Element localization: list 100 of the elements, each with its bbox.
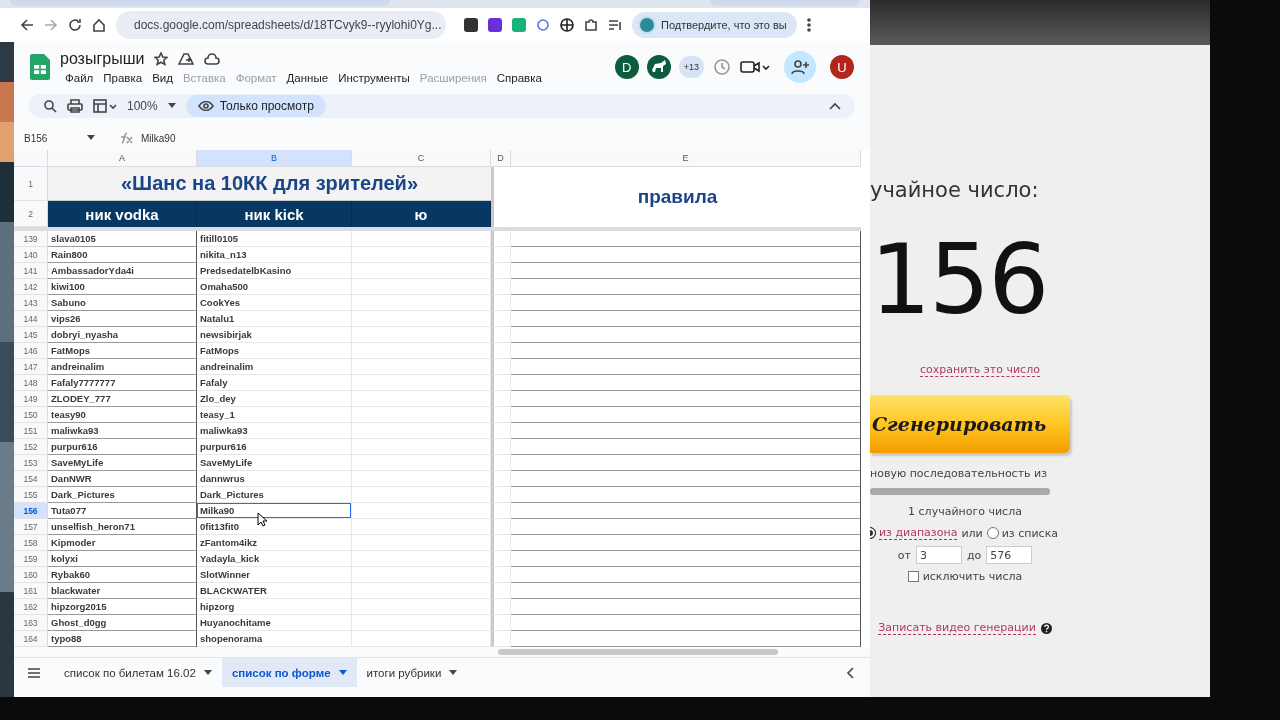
column-header[interactable]: C [352,150,491,167]
document-title[interactable]: розыгрыши [60,49,145,68]
row-header[interactable]: 155 [14,487,48,503]
star-icon[interactable] [154,51,169,66]
row-header[interactable]: 162 [14,599,48,615]
row-header[interactable]: 153 [14,455,48,471]
record-video-link[interactable]: Записать видео генерации [878,621,1036,635]
user-avatar[interactable]: U [830,55,854,79]
scrollbar[interactable] [498,649,778,655]
checkbox[interactable] [907,571,919,582]
to-field[interactable]: 576 [986,546,1033,564]
collapse-icon[interactable] [829,102,841,110]
menu-item[interactable]: Вид [147,70,178,85]
view-only-button[interactable]: Только просмотр [185,95,326,117]
row-header[interactable]: 142 [14,279,48,295]
row-header[interactable]: 159 [14,551,48,567]
generate-button[interactable]: Сгенерировать [870,395,1070,453]
zoom-select[interactable]: 100% [127,99,158,113]
caret-icon[interactable] [449,669,458,676]
row-header[interactable]: 143 [14,295,48,311]
checkbox-label[interactable]: исключить числа [922,570,1023,583]
row-header[interactable]: 158 [14,535,48,551]
caret-icon[interactable] [203,669,212,676]
cloud-icon[interactable] [204,52,221,65]
row-header[interactable]: 139 [14,231,48,247]
sheet-tab[interactable]: итоги рубрики [356,658,468,687]
row-header[interactable]: 150 [14,407,48,423]
row-header[interactable]: 152 [14,439,48,455]
column-header[interactable]: D [491,150,511,167]
table-cell: teasy_1 [197,407,352,423]
help-icon[interactable] [1040,622,1052,634]
address-bar[interactable]: docs.google.com/spreadsheets/d/18TCvyk9--ryylohi0Yg... [116,11,446,39]
row-header[interactable]: 148 [14,375,48,391]
menu-icon[interactable] [27,667,41,678]
row-header[interactable]: 156 [14,503,48,519]
menu-item[interactable]: Инструменты [333,70,415,85]
row-header[interactable]: 144 [14,311,48,327]
row-header[interactable]: 149 [14,391,48,407]
sheet-tab[interactable]: список по билетам 16.02 [54,658,222,687]
radio-label[interactable]: из списка [1001,526,1059,540]
row-header[interactable]: 164 [14,631,48,647]
video-call-icon[interactable] [740,59,770,75]
row-header[interactable]: 154 [14,471,48,487]
row-header[interactable]: 163 [14,615,48,631]
format-icon[interactable] [93,99,117,113]
caret-icon[interactable] [338,669,347,676]
menu-item[interactable]: Правка [98,70,148,85]
row-header[interactable]: 151 [14,423,48,439]
search-icon[interactable] [43,99,57,113]
menu-item[interactable]: Файл [60,70,99,85]
more-collaborators[interactable]: +13 [678,56,704,78]
table-cell: Yadayla_kick [197,551,352,567]
more-icon[interactable] [806,18,811,32]
sheets-logo-icon[interactable] [30,54,50,80]
menu-item[interactable]: Справка [491,70,547,85]
row-header[interactable]: 147 [14,359,48,375]
formula-field[interactable]: Milka90 [141,132,176,144]
table-cell: ZLODEY_777 [48,391,197,407]
table-cell: typo88 [48,631,197,647]
puzzle-icon[interactable] [584,18,598,32]
name-box[interactable]: B156 [24,132,79,144]
caret-icon[interactable] [87,135,95,141]
row-header[interactable]: 146 [14,343,48,359]
from-field[interactable]: 3 [915,546,962,564]
column-header[interactable]: B [197,150,352,167]
menu-item[interactable]: Данные [281,70,334,85]
slider-track[interactable] [870,488,1050,495]
row-header[interactable]: 141 [14,263,48,279]
back-icon[interactable] [20,18,34,32]
table-cell: SaveMyLife [197,455,352,471]
row-header[interactable]: 1 [14,167,48,201]
save-number-link[interactable]: сохранить это число [920,363,1040,377]
share-button[interactable] [784,51,816,83]
caret-icon[interactable] [167,103,176,109]
avatar[interactable]: D [614,55,639,79]
profile-button[interactable]: Подтвердите, что это вы [632,12,797,38]
add-person-icon [791,59,809,75]
media-icon[interactable] [608,18,622,32]
column-header[interactable]: A [48,150,197,167]
row-header[interactable]: 2 [14,201,48,227]
home-icon[interactable] [92,18,106,32]
range-option-link[interactable]: из диапазона [878,526,958,540]
column-header[interactable]: E [511,150,861,167]
print-icon[interactable] [67,99,83,113]
reload-icon[interactable] [68,18,82,32]
extension-icon[interactable] [464,18,478,32]
row-header[interactable]: 161 [14,583,48,599]
row-header[interactable]: 145 [14,327,48,343]
column-heading-cell: ник kick [197,201,352,227]
sheet-tab[interactable]: список по форме [221,658,357,687]
extension-icon[interactable] [488,18,502,32]
row-header[interactable]: 157 [14,519,48,535]
row-header[interactable]: 140 [14,247,48,263]
chevron-left-icon[interactable] [846,666,854,679]
extension-icon[interactable] [536,18,550,32]
globe-icon[interactable] [560,18,574,32]
horse-avatar-icon[interactable] [646,55,671,79]
radio-button[interactable] [986,527,999,539]
row-header[interactable]: 160 [14,567,48,583]
history-icon[interactable] [712,57,732,77]
